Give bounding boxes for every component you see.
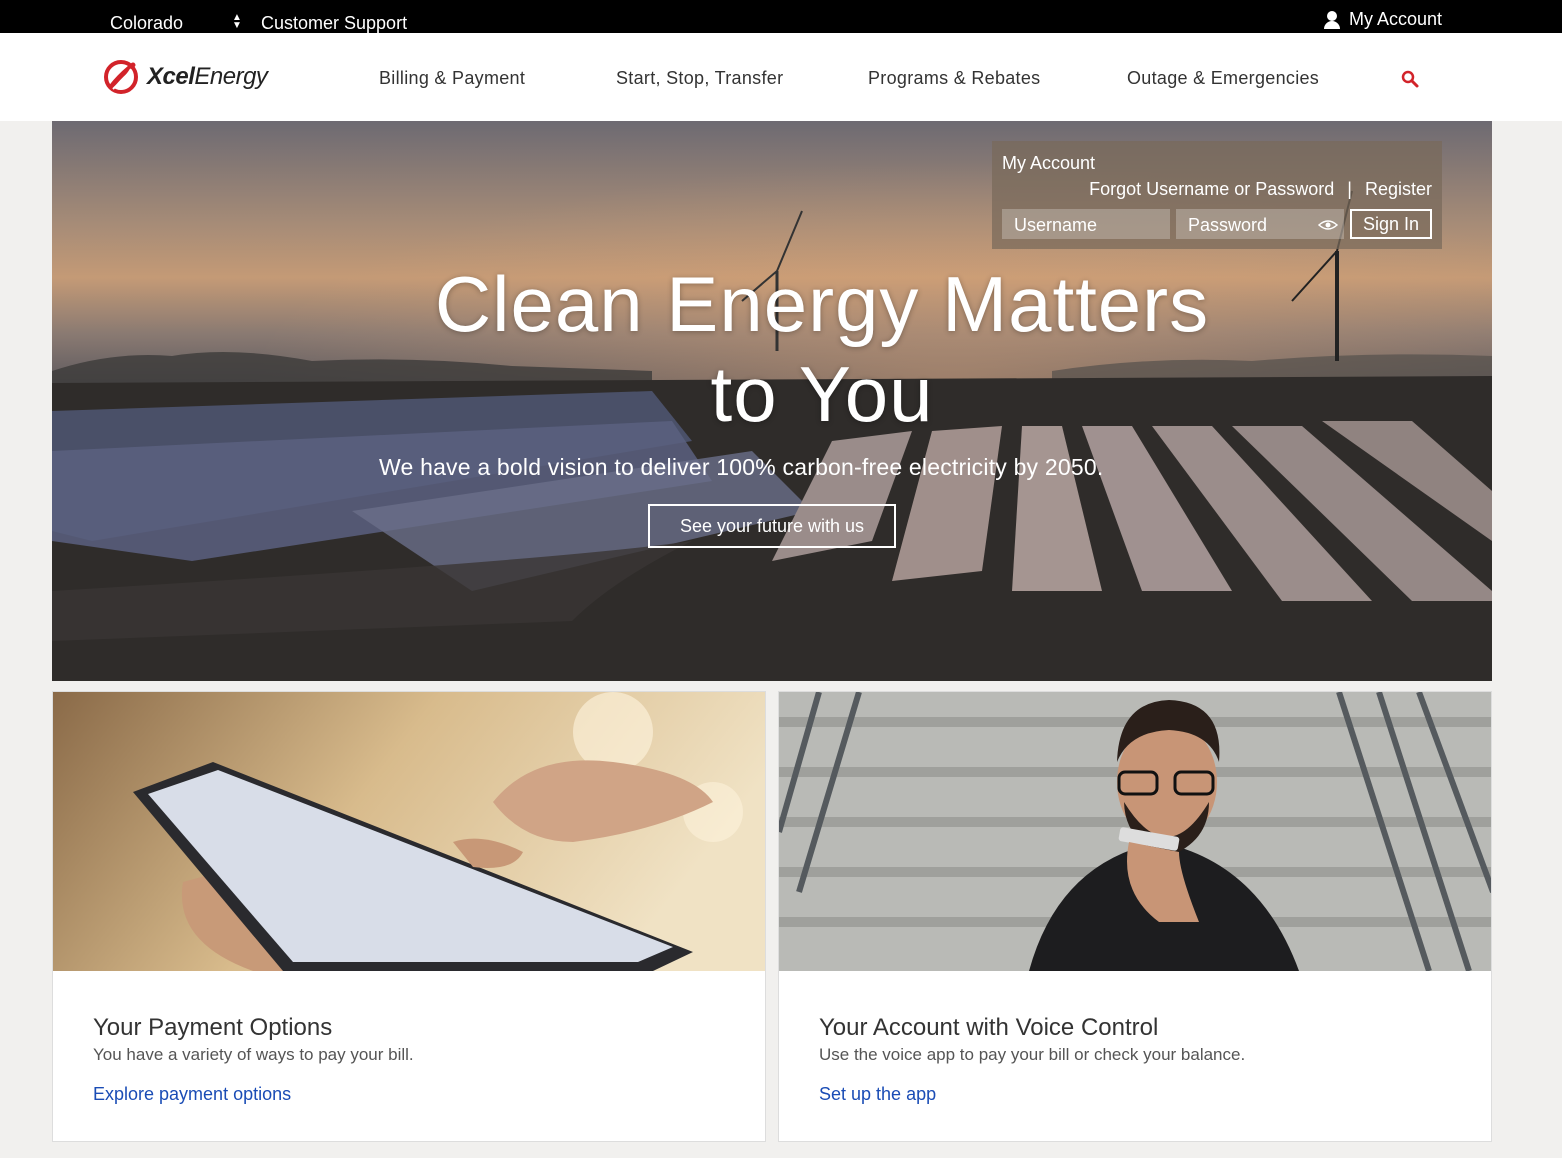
logo-text-bold: Xcel xyxy=(147,63,195,90)
xcel-energy-logo[interactable]: XcelEnergy xyxy=(103,59,268,95)
nav-programs-rebates[interactable]: Programs & Rebates xyxy=(868,68,1040,89)
hero-subtitle: We have a bold vision to deliver 100% ca… xyxy=(379,454,1104,480)
voice-photo-illustration xyxy=(779,692,1491,971)
voice-control-card: Your Account with Voice Control Use the … xyxy=(778,691,1492,1142)
see-your-future-button[interactable]: See your future with us xyxy=(648,504,896,548)
forgot-credentials-link[interactable]: Forgot Username or Password xyxy=(1089,179,1334,199)
my-account-link[interactable]: My Account xyxy=(1323,9,1442,30)
top-utility-bar: Colorado ▲ ▼ Customer Support My Account xyxy=(0,0,1562,33)
card-title: Your Payment Options xyxy=(93,1014,333,1041)
hero-banner: Clean Energy Matters to You We have a bo… xyxy=(52,121,1492,681)
hero-title-line2: to You xyxy=(710,350,934,438)
login-link-separator: | xyxy=(1347,179,1352,199)
login-links: Forgot Username or Password | Register xyxy=(1089,179,1432,200)
logo-text-rest: Energy xyxy=(194,63,268,90)
phone-in-hand-image xyxy=(53,692,765,971)
card-description: Use the voice app to pay your bill or ch… xyxy=(819,1045,1246,1064)
phone-photo-illustration xyxy=(53,692,765,971)
nav-billing-payment[interactable]: Billing & Payment xyxy=(379,68,525,89)
search-icon[interactable] xyxy=(1400,69,1420,89)
card-description: You have a variety of ways to pay your b… xyxy=(93,1045,414,1064)
nav-outage-emergencies[interactable]: Outage & Emergencies xyxy=(1127,68,1319,89)
card-title: Your Account with Voice Control xyxy=(819,1014,1159,1041)
xcel-logo-icon xyxy=(104,60,138,94)
payment-options-card: Your Payment Options You have a variety … xyxy=(52,691,766,1142)
hero-title-line1: Clean Energy Matters xyxy=(434,260,1210,348)
show-password-eye-icon[interactable] xyxy=(1318,219,1338,231)
my-account-label: My Account xyxy=(1348,9,1442,29)
set-up-app-link[interactable]: Set up the app xyxy=(819,1084,936,1105)
state-selector[interactable]: Colorado xyxy=(110,13,183,34)
sort-arrows-icon[interactable]: ▲ ▼ xyxy=(232,13,242,31)
sign-in-button[interactable]: Sign In xyxy=(1350,209,1432,239)
nav-start-stop-transfer[interactable]: Start, Stop, Transfer xyxy=(616,68,783,89)
customer-support-link[interactable]: Customer Support xyxy=(261,13,407,34)
state-selector-label: Colorado xyxy=(110,13,184,33)
username-input[interactable]: Username xyxy=(1002,209,1170,239)
explore-payment-options-link[interactable]: Explore payment options xyxy=(93,1084,291,1105)
register-link[interactable]: Register xyxy=(1365,179,1432,199)
login-panel: My Account Forgot Username or Password |… xyxy=(992,141,1442,249)
man-using-voice-app-image xyxy=(779,692,1491,971)
person-icon xyxy=(1323,10,1341,29)
main-header: XcelEnergy Billing & Payment Start, Stop… xyxy=(0,33,1562,121)
login-title: My Account xyxy=(1002,153,1096,173)
